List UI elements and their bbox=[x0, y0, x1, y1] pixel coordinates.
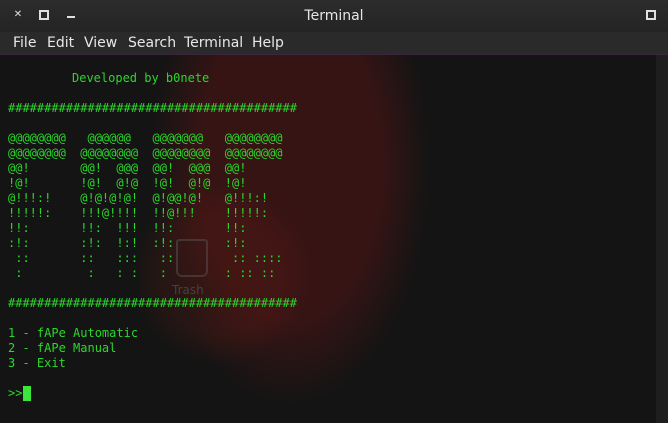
ascii-art-line: @!!!:! @!@!@!@! @!@@!@! @!!!:! bbox=[8, 191, 269, 205]
input-line[interactable]: >> bbox=[8, 386, 32, 401]
restore-icon[interactable] bbox=[646, 10, 656, 20]
ascii-art-line: @@! @@! @@@ @@! @@@ @@! bbox=[8, 161, 247, 175]
banner-text: Developed by b0nete bbox=[72, 71, 210, 85]
separator-bottom: ######################################## bbox=[8, 296, 297, 310]
menu-option-exit: 3 - Exit bbox=[8, 356, 66, 370]
menu-view[interactable]: View bbox=[84, 33, 117, 53]
trash-label: Trash bbox=[172, 283, 204, 297]
menu-option-manual: 2 - fAPe Manual bbox=[8, 341, 117, 355]
menu-terminal[interactable]: Terminal bbox=[184, 33, 243, 53]
terminal-output[interactable]: Trash Developed by b0nete ##############… bbox=[0, 55, 656, 423]
prompt-symbol: >> bbox=[8, 386, 23, 400]
ascii-art-line: :: :: ::: :: :: :::: bbox=[8, 251, 283, 265]
vertical-scrollbar[interactable] bbox=[656, 55, 668, 423]
ascii-art-line: :!: :!: !:! :!: :!: bbox=[8, 236, 247, 250]
menu-search[interactable]: Search bbox=[128, 33, 176, 53]
separator-top: ######################################## bbox=[8, 101, 297, 115]
menu-option-automatic: 1 - fAPe Automatic bbox=[8, 326, 139, 340]
menu-help[interactable]: Help bbox=[252, 33, 284, 53]
ascii-art-line: !!: !!: !!! !!: !!: bbox=[8, 221, 247, 235]
ascii-art-line: @@@@@@@@ @@@@@@ @@@@@@@ @@@@@@@@ bbox=[8, 131, 283, 145]
ascii-art-line: @@@@@@@@ @@@@@@@@ @@@@@@@@ @@@@@@@@ bbox=[8, 146, 283, 160]
menu-edit[interactable]: Edit bbox=[47, 33, 74, 53]
menu-bar: File Edit View Search Terminal Help bbox=[0, 32, 668, 54]
terminal-window: ✕ Terminal File Edit View Search Termina… bbox=[0, 0, 668, 423]
ascii-art-line: !@! !@! @!@ !@! @!@ !@! bbox=[8, 176, 247, 190]
ascii-art-line: !!!!!: !!!@!!!! !!@!!! !!!!!: bbox=[8, 206, 269, 220]
title-bar[interactable]: ✕ Terminal bbox=[0, 0, 668, 32]
window-title: Terminal bbox=[304, 8, 364, 24]
text-cursor bbox=[23, 386, 32, 401]
ascii-art-line: : : : : : : :: :: bbox=[8, 266, 276, 280]
menu-file[interactable]: File bbox=[13, 33, 36, 53]
